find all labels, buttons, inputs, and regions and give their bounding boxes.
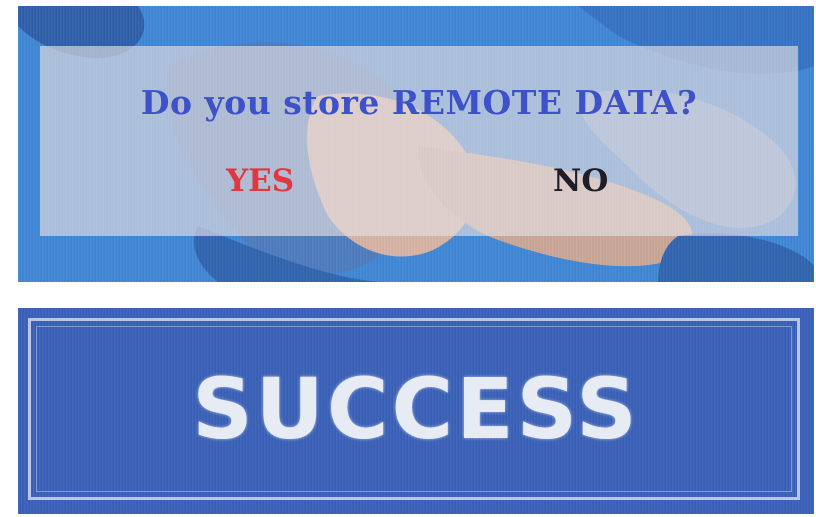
success-screen: SUCCESS (18, 308, 814, 514)
remote-data-screen: Do you store REMOTE DATA? YES NO (18, 6, 814, 282)
success-message: SUCCESS (192, 360, 640, 458)
no-button[interactable]: NO (553, 163, 608, 199)
yes-button[interactable]: YES (226, 163, 294, 199)
remote-data-dialog: Do you store REMOTE DATA? YES NO (40, 46, 798, 236)
dialog-question: Do you store REMOTE DATA? (140, 83, 698, 122)
